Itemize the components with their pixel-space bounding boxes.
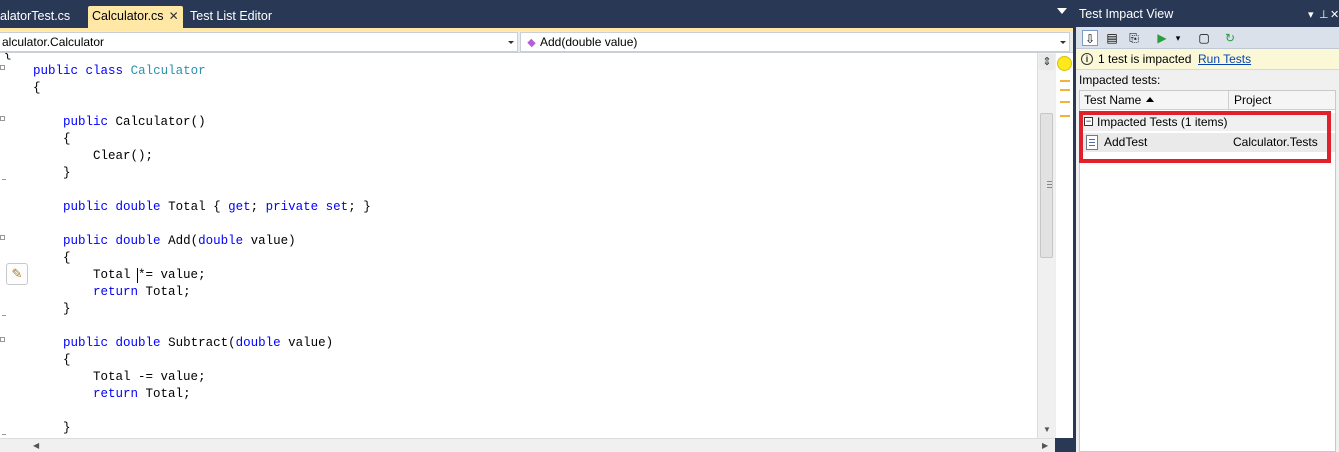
outline-collapse-icon[interactable] bbox=[0, 65, 5, 70]
type-selector-value: alculator.Calculator bbox=[2, 35, 105, 49]
column-divider[interactable] bbox=[1228, 91, 1229, 110]
code-line: return Total; bbox=[93, 387, 191, 401]
column-header-test-name[interactable]: Test Name bbox=[1080, 91, 1155, 110]
show-impacted-tests-icon[interactable]: ⇩ bbox=[1082, 30, 1098, 46]
run-tests-link[interactable]: Run Tests bbox=[1198, 49, 1251, 69]
code-line: public double Subtract(double value) bbox=[63, 336, 334, 350]
panel-toolbar: ⇩ ▤ ⎘ ▶ ▾ ▢ ↻ bbox=[1076, 27, 1339, 49]
warning-marker-icon[interactable] bbox=[1057, 56, 1072, 71]
code-line: public double Add(double value) bbox=[63, 234, 296, 248]
tab-label: alatorTest.cs bbox=[0, 9, 71, 23]
change-marker bbox=[1060, 80, 1070, 82]
tab-dropdown-icon[interactable] bbox=[1057, 8, 1067, 14]
grid-header: Test Name Project bbox=[1080, 91, 1335, 110]
show-calling-tests-icon[interactable]: ▤ bbox=[1104, 30, 1120, 46]
change-marker bbox=[1060, 89, 1070, 91]
type-selector[interactable]: alculator.Calculator bbox=[0, 32, 518, 52]
change-marker bbox=[1060, 101, 1070, 103]
group-label: Impacted Tests (1 items) bbox=[1097, 115, 1228, 129]
code-line: { bbox=[33, 81, 41, 95]
outline-collapse-icon[interactable] bbox=[0, 116, 5, 121]
code-line: Total *= value; bbox=[93, 268, 206, 282]
tab-label: Test List Editor bbox=[190, 9, 272, 23]
code-line: } bbox=[63, 302, 71, 316]
outline-collapse-icon[interactable] bbox=[0, 337, 5, 342]
run-tests-icon[interactable]: ▶ bbox=[1154, 30, 1170, 46]
test-impact-view-panel: Test Impact View ▾ ⊥ ✕ ⇩ ▤ ⎘ ▶ ▾ ▢ ↻ i 1… bbox=[1076, 0, 1339, 452]
vertical-scrollbar[interactable]: ⇕ ▼ bbox=[1037, 53, 1055, 438]
code-line: Clear(); bbox=[93, 149, 154, 163]
panel-title-bar: Test Impact View ▾ ⊥ ✕ bbox=[1076, 0, 1339, 27]
horizontal-scrollbar[interactable]: ◀ ▶ bbox=[0, 438, 1055, 452]
code-line: { bbox=[63, 353, 71, 367]
copy-icon[interactable]: ▢ bbox=[1196, 30, 1212, 46]
ide-window: { "editor": { "tabs": [ {"label": "alato… bbox=[0, 0, 1339, 452]
test-icon bbox=[1086, 135, 1098, 150]
impacted-tests-grid: Test Name Project − Impacted Tests (1 it… bbox=[1079, 90, 1336, 452]
sort-ascending-icon bbox=[1146, 97, 1155, 102]
table-row[interactable]: AddTest Calculator.Tests bbox=[1080, 133, 1335, 152]
change-marker bbox=[1060, 115, 1070, 117]
tab-label: Calculator.cs bbox=[92, 9, 164, 23]
dropdown-arrow-icon[interactable]: ▾ bbox=[1308, 1, 1314, 29]
navigation-bar: alculator.Calculator Add(double value) bbox=[0, 31, 1073, 53]
code-line: public Calculator() bbox=[63, 115, 206, 129]
code-line: { bbox=[63, 132, 71, 146]
code-editor[interactable]: ✎ { public class Calculator { public Calcu… bbox=[0, 53, 1037, 438]
split-handle-icon[interactable]: ⇕ bbox=[1039, 54, 1055, 70]
method-icon bbox=[527, 38, 536, 48]
dropdown-arrow-icon[interactable]: ▾ bbox=[1170, 30, 1186, 46]
tab-calculator[interactable]: Calculator.cs ✕ bbox=[88, 6, 183, 28]
scroll-down-icon[interactable]: ▼ bbox=[1043, 425, 1051, 434]
test-project-cell: Calculator.Tests bbox=[1233, 135, 1318, 149]
show-code-changes-icon[interactable]: ⎘ bbox=[1126, 30, 1142, 46]
panel-title: Test Impact View bbox=[1079, 7, 1174, 21]
editor-tab-bar: alatorTest.cs Calculator.cs ✕ Test List E… bbox=[0, 0, 1073, 31]
outline-end-marker bbox=[2, 434, 6, 435]
chevron-down-icon bbox=[1060, 41, 1066, 44]
scroll-left-icon[interactable]: ◀ bbox=[33, 441, 39, 450]
pin-icon[interactable]: ⊥ bbox=[1319, 1, 1329, 29]
code-line: { bbox=[4, 53, 12, 61]
refresh-icon[interactable]: ↻ bbox=[1222, 30, 1238, 46]
outline-collapse-icon[interactable] bbox=[0, 235, 5, 240]
info-icon: i bbox=[1081, 53, 1093, 65]
code-line: } bbox=[63, 166, 71, 180]
collapse-icon[interactable]: − bbox=[1084, 117, 1093, 126]
annotation-margin bbox=[1055, 53, 1073, 438]
close-icon[interactable]: ✕ bbox=[169, 6, 179, 26]
code-line: public class Calculator bbox=[33, 64, 206, 78]
code-line: return Total; bbox=[93, 285, 191, 299]
scrollbar-thumb[interactable] bbox=[1040, 113, 1053, 258]
code-line: Total -= value; bbox=[93, 370, 206, 384]
code-line: { bbox=[63, 251, 71, 265]
member-selector[interactable]: Add(double value) bbox=[520, 32, 1070, 52]
group-row[interactable]: − Impacted Tests (1 items) bbox=[1080, 113, 1335, 131]
impacted-count-text: 1 test is impacted bbox=[1098, 52, 1192, 66]
outline-end-marker bbox=[2, 315, 6, 316]
impacted-tests-label: Impacted tests: bbox=[1079, 73, 1161, 87]
tab-test-list-editor[interactable]: Test List Editor bbox=[186, 6, 276, 28]
test-name-cell: AddTest bbox=[1104, 135, 1148, 149]
chevron-down-icon bbox=[508, 41, 514, 44]
code-line: public double Total { get; private set; … bbox=[63, 200, 371, 214]
member-selector-value: Add(double value) bbox=[540, 35, 638, 49]
column-header-project[interactable]: Project bbox=[1230, 91, 1271, 110]
outline-end-marker bbox=[2, 179, 6, 180]
close-icon[interactable]: ✕ bbox=[1330, 1, 1339, 29]
scroll-right-icon[interactable]: ▶ bbox=[1042, 441, 1048, 450]
text-caret bbox=[137, 268, 138, 283]
pencil-icon[interactable]: ✎ bbox=[6, 263, 28, 285]
code-line: } bbox=[63, 421, 71, 435]
tab-calculator-test[interactable]: alatorTest.cs bbox=[0, 6, 74, 28]
info-bar: i 1 test is impacted Run Tests bbox=[1076, 49, 1339, 70]
